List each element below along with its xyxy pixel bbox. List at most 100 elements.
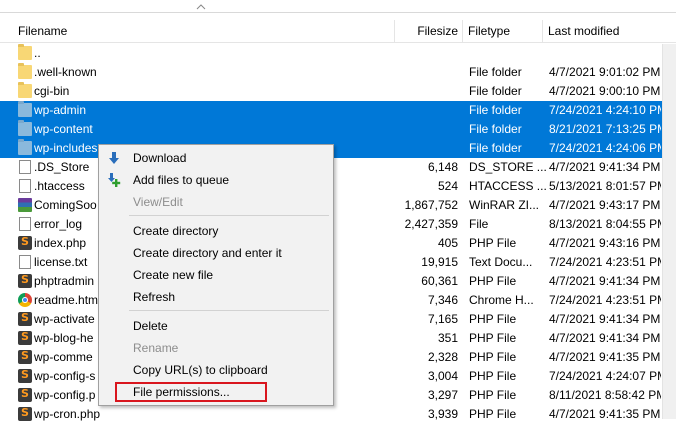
file-list-header: Filename Filesize Filetype Last modified [0,4,676,43]
menu-item-create-directory-enter-label: Create directory and enter it [133,246,282,260]
file-modified [549,44,661,63]
file-size: 3,297 [427,388,458,402]
vertical-scrollbar[interactable] [662,44,676,419]
file-modified: 4/7/2021 9:41:35 PM [549,350,661,364]
folder-icon [18,44,32,60]
file-size: 60,361 [421,274,458,288]
file-type: HTACCESS ... [469,179,547,193]
file-modified: 7/24/2021 4:23:51 PM [549,293,661,307]
column-header-filename-label: Filename [18,24,68,38]
file-modified: 4/7/2021 9:41:34 PM [549,274,661,288]
file-name: wp-admin [34,103,87,117]
download-arrow-icon [109,152,119,164]
menu-item-refresh-label: Refresh [133,290,176,304]
menu-item-create-directory-label: Create directory [133,224,219,238]
file-modified: 4/7/2021 9:41:34 PM [549,160,661,174]
file-row[interactable]: wp-cron.php 3,939 PHP File 4/7/2021 9:41:35… [0,405,662,424]
php-file-icon [18,387,32,402]
file-type: DS_STORE ... [469,160,547,174]
file-type: PHP File [469,312,517,326]
file-modified: 7/24/2021 4:23:51 PM [549,255,661,269]
folder-icon [18,63,32,79]
menu-item-download-label: Download [133,151,187,165]
file-modified: 4/7/2021 9:00:10 PM [549,84,661,98]
column-header-filetype[interactable]: Filetype [464,20,542,42]
column-header-filesize[interactable]: Filesize [395,20,462,42]
file-type: PHP File [469,274,517,288]
folder-icon [18,120,32,136]
file-size [400,44,458,63]
menu-item-view-edit: View/Edit [99,191,333,213]
file-type: File folder [469,65,522,79]
file-size [400,82,458,101]
toolbar-strip [0,0,676,13]
file-modified: 5/13/2021 8:01:57 PM [549,179,661,193]
file-modified: 8/21/2021 7:13:25 PM [549,122,661,136]
menu-item-rename-label: Rename [133,341,179,355]
menu-item-refresh[interactable]: Refresh [99,286,333,308]
menu-item-add-files-label: Add files to queue [133,173,230,187]
file-size: 2,427,359 [404,217,458,231]
folder-icon [18,82,32,98]
file-modified: 4/7/2021 9:41:35 PM [549,407,661,421]
php-file-icon [18,330,32,345]
file-type [469,44,547,63]
file-type: PHP File [469,388,517,402]
file-type: File folder [469,122,522,136]
file-modified: 4/7/2021 9:41:34 PM [549,331,661,345]
file-row[interactable]: .. [0,44,662,63]
file-type: WinRAR ZI... [469,198,540,212]
file-type: PHP File [469,369,517,383]
column-separator[interactable] [462,20,463,42]
document-icon [19,179,31,193]
file-row[interactable]: .well-known File folder 4/7/2021 9:01:02 P… [0,63,662,82]
menu-item-add-files-to-queue[interactable]: Add files to queue [99,169,333,191]
menu-item-create-new-file-label: Create new file [133,268,214,282]
document-icon [19,217,31,231]
menu-item-create-new-file[interactable]: Create new file [99,264,333,286]
menu-item-copy-urls[interactable]: Copy URL(s) to clipboard [99,359,333,381]
file-size: 3,004 [427,369,458,383]
file-modified: 7/24/2021 4:24:07 PM [549,369,661,383]
menu-item-create-directory[interactable]: Create directory [99,220,333,242]
file-size: 1,867,752 [404,198,458,212]
php-file-icon [18,311,32,326]
file-name: .. [34,46,41,60]
menu-item-copy-urls-label: Copy URL(s) to clipboard [133,363,268,377]
menu-item-rename: Rename [99,337,333,359]
column-separator[interactable] [542,20,543,42]
file-row[interactable]: wp-content File folder 8/21/2021 7:13:25 P… [0,120,662,139]
menu-item-download[interactable]: Download [99,147,333,169]
file-row[interactable]: wp-admin File folder 7/24/2021 4:24:10 PM [0,101,662,120]
sort-ascending-icon [196,4,206,10]
context-menu: Download Add files to queue View/Edit Cr… [98,144,334,406]
column-header-filesize-label: Filesize [417,24,458,38]
php-file-icon [18,273,32,288]
file-size [400,101,458,120]
file-modified: 4/7/2021 9:43:17 PM [549,198,661,212]
menu-item-delete[interactable]: Delete [99,315,333,337]
column-header-filename[interactable]: Filename [14,20,394,42]
file-size [400,120,458,139]
file-modified: 7/24/2021 4:24:06 PM [549,141,661,155]
file-type: File folder [469,141,522,155]
column-header-last-modified[interactable]: Last modified [544,20,662,42]
file-name: wp-content [34,122,93,136]
add-to-queue-icon [108,173,121,187]
file-size: 351 [437,331,458,345]
file-size [400,63,458,82]
file-type: PHP File [469,407,517,421]
folder-icon [18,101,32,117]
file-modified: 4/7/2021 9:41:34 PM [549,312,661,326]
chrome-icon [18,293,32,307]
file-row[interactable]: cgi-bin File folder 4/7/2021 9:00:10 PM [0,82,662,101]
file-modified: 4/7/2021 9:43:16 PM [549,236,661,250]
file-type: File [469,217,489,231]
file-size: 19,915 [421,255,458,269]
file-type: File folder [469,84,522,98]
menu-item-create-directory-and-enter[interactable]: Create directory and enter it [99,242,333,264]
file-size: 405 [437,236,458,250]
file-size: 7,165 [427,312,458,326]
file-type: PHP File [469,236,517,250]
document-icon [19,160,31,174]
